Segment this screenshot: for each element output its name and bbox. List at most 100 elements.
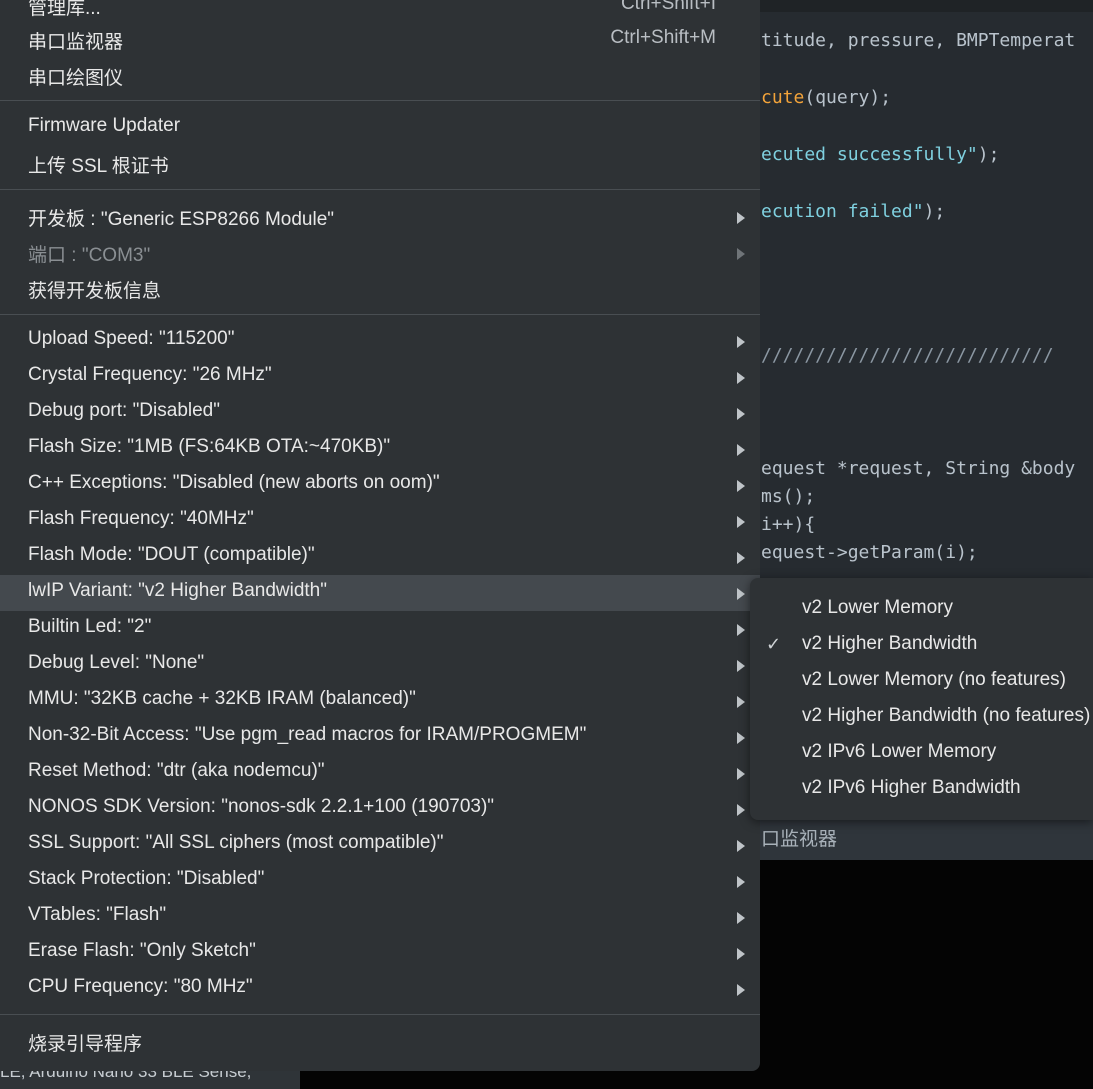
menu-item-stack-protection[interactable]: Stack Protection: "Disabled" bbox=[0, 863, 760, 899]
submenu-item-v2-lower-memory-no-features[interactable]: v2 Lower Memory (no features) bbox=[750, 664, 1093, 700]
submenu-item-v2-ipv6-higher-bandwidth[interactable]: v2 IPv6 Higher Bandwidth bbox=[750, 772, 1093, 808]
menu-item-board[interactable]: 开发板 : "Generic ESP8266 Module" bbox=[0, 199, 760, 235]
code-line: ecution failed"); bbox=[761, 201, 945, 223]
menu-item-lwip-variant[interactable]: lwIP Variant: "v2 Higher Bandwidth" bbox=[0, 575, 760, 611]
menu-item-nonos-sdk-version[interactable]: NONOS SDK Version: "nonos-sdk 2.2.1+100 … bbox=[0, 791, 760, 827]
menu-item-serial-plotter[interactable]: 串口绘图仪 bbox=[0, 58, 760, 94]
code-token: ms(); bbox=[761, 486, 816, 507]
submenu-item-label: v2 Lower Memory bbox=[802, 597, 953, 618]
chevron-right-icon bbox=[737, 984, 745, 996]
menu-item-burn-bootloader[interactable]: 烧录引导程序 bbox=[0, 1024, 760, 1060]
menu-item-label: Flash Size: "1MB (FS:64KB OTA:~470KB)" bbox=[28, 436, 391, 457]
code-line: ecuted successfully"); bbox=[761, 144, 999, 166]
code-line: titude, pressure, BMPTemperat bbox=[761, 30, 1075, 52]
menu-separator bbox=[0, 314, 760, 315]
menu-item-upload-ssl-root-certs[interactable]: 上传 SSL 根证书 bbox=[0, 146, 760, 182]
code-token: ecuted successfully" bbox=[761, 144, 978, 165]
code-line: /////////////////////////// bbox=[761, 345, 1054, 367]
code-token: titude, pressure, BMPTemperat bbox=[761, 30, 1076, 51]
menu-item-cpp-exceptions[interactable]: C++ Exceptions: "Disabled (new aborts on… bbox=[0, 467, 760, 503]
code-token: /////////////////////////// bbox=[761, 345, 1054, 366]
code-line: ms(); bbox=[761, 486, 815, 508]
menu-item-builtin-led[interactable]: Builtin Led: "2" bbox=[0, 611, 760, 647]
code-token: cute bbox=[761, 87, 805, 108]
menu-item-ssl-support[interactable]: SSL Support: "All SSL ciphers (most comp… bbox=[0, 827, 760, 863]
submenu-item-label: v2 Higher Bandwidth bbox=[802, 633, 978, 654]
menu-item-label: 烧录引导程序 bbox=[28, 1034, 143, 1055]
submenu-item-v2-ipv6-lower-memory[interactable]: v2 IPv6 Lower Memory bbox=[750, 736, 1093, 772]
menu-item-label: Stack Protection: "Disabled" bbox=[28, 868, 265, 889]
menu-item-label: Debug Level: "None" bbox=[28, 652, 205, 673]
chevron-right-icon bbox=[737, 624, 745, 636]
chevron-right-icon bbox=[737, 660, 745, 672]
chevron-right-icon bbox=[737, 948, 745, 960]
chevron-right-icon bbox=[737, 804, 745, 816]
menu-item-vtables[interactable]: VTables: "Flash" bbox=[0, 899, 760, 935]
menu-item-label: 串口绘图仪 bbox=[28, 68, 124, 89]
menu-item-label: CPU Frequency: "80 MHz" bbox=[28, 976, 253, 997]
menu-item-debug-level[interactable]: Debug Level: "None" bbox=[0, 647, 760, 683]
menu-item-label: 上传 SSL 根证书 bbox=[28, 156, 169, 177]
chevron-right-icon bbox=[737, 480, 745, 492]
menu-item-label: Reset Method: "dtr (aka nodemcu)" bbox=[28, 760, 325, 781]
menu-item-get-board-info[interactable]: 获得开发板信息 bbox=[0, 271, 760, 307]
menu-separator bbox=[0, 1014, 760, 1015]
menu-item-label: Erase Flash: "Only Sketch" bbox=[28, 940, 256, 961]
menu-item-upload-speed[interactable]: Upload Speed: "115200" bbox=[0, 323, 760, 359]
chevron-right-icon bbox=[737, 552, 745, 564]
menu-item-port[interactable]: 端口 : "COM3" bbox=[0, 235, 760, 271]
chevron-right-icon bbox=[737, 212, 745, 224]
chevron-right-icon bbox=[737, 444, 745, 456]
code-token: equest->getParam(i); bbox=[761, 542, 978, 563]
menu-item-crystal-frequency[interactable]: Crystal Frequency: "26 MHz" bbox=[0, 359, 760, 395]
chevron-right-icon bbox=[737, 516, 745, 528]
submenu-item-v2-higher-bandwidth-no-features[interactable]: v2 Higher Bandwidth (no features) bbox=[750, 700, 1093, 736]
menu-item-label: 端口 : "COM3" bbox=[28, 245, 151, 266]
chevron-right-icon bbox=[737, 768, 745, 780]
chevron-right-icon bbox=[737, 248, 745, 260]
code-token: ecution failed" bbox=[761, 201, 924, 222]
menu-item-flash-size[interactable]: Flash Size: "1MB (FS:64KB OTA:~470KB)" bbox=[0, 431, 760, 467]
menu-item-cpu-frequency[interactable]: CPU Frequency: "80 MHz" bbox=[0, 971, 760, 1007]
menu-item-label: Flash Frequency: "40MHz" bbox=[28, 508, 254, 529]
code-line: equest->getParam(i); bbox=[761, 542, 978, 564]
chevron-right-icon bbox=[737, 876, 745, 888]
menu-separator bbox=[0, 100, 760, 101]
code-token: ); bbox=[923, 201, 946, 222]
menu-item-label: MMU: "32KB cache + 32KB IRAM (balanced)" bbox=[28, 688, 416, 709]
menu-item-manage-libraries[interactable]: 管理库... Ctrl+Shift+I bbox=[0, 0, 760, 24]
menu-item-label: 串口监视器 bbox=[28, 32, 124, 53]
lwip-variant-submenu: v2 Lower Memory ✓ v2 Higher Bandwidth v2 Lo… bbox=[750, 578, 1093, 820]
menu-item-non-32-bit-access[interactable]: Non-32-Bit Access: "Use pgm_read macros … bbox=[0, 719, 760, 755]
menu-item-erase-flash[interactable]: Erase Flash: "Only Sketch" bbox=[0, 935, 760, 971]
menu-item-serial-monitor[interactable]: 串口监视器 Ctrl+Shift+M bbox=[0, 22, 760, 58]
submenu-item-label: v2 Higher Bandwidth (no features) bbox=[802, 705, 1091, 726]
checkmark-icon: ✓ bbox=[766, 634, 782, 654]
menu-item-label: C++ Exceptions: "Disabled (new aborts on… bbox=[28, 472, 440, 493]
code-line: i++){ bbox=[761, 514, 815, 536]
chevron-right-icon bbox=[737, 408, 745, 420]
chevron-right-icon bbox=[737, 912, 745, 924]
code-token: equest *request, String &body bbox=[761, 458, 1076, 479]
menu-item-firmware-updater[interactable]: Firmware Updater bbox=[0, 110, 760, 146]
menu-item-label: 管理库... bbox=[28, 0, 101, 19]
menu-item-label: Upload Speed: "115200" bbox=[28, 328, 235, 349]
output-panel-title: 口监视器 bbox=[761, 829, 838, 850]
chevron-right-icon bbox=[737, 840, 745, 852]
code-line: cute(query); bbox=[761, 87, 891, 109]
menu-item-shortcut: Ctrl+Shift+I bbox=[620, 0, 716, 14]
chevron-right-icon bbox=[737, 732, 745, 744]
menu-separator bbox=[0, 189, 760, 190]
menu-item-label: Flash Mode: "DOUT (compatible)" bbox=[28, 544, 315, 565]
menu-item-flash-frequency[interactable]: Flash Frequency: "40MHz" bbox=[0, 503, 760, 539]
chevron-right-icon bbox=[737, 372, 745, 384]
submenu-item-label: v2 Lower Memory (no features) bbox=[802, 669, 1066, 690]
menu-item-mmu[interactable]: MMU: "32KB cache + 32KB IRAM (balanced)" bbox=[0, 683, 760, 719]
submenu-item-v2-lower-memory[interactable]: v2 Lower Memory bbox=[750, 592, 1093, 628]
submenu-item-v2-higher-bandwidth[interactable]: ✓ v2 Higher Bandwidth bbox=[750, 628, 1093, 664]
menu-item-label: SSL Support: "All SSL ciphers (most comp… bbox=[28, 832, 444, 853]
menu-item-debug-port[interactable]: Debug port: "Disabled" bbox=[0, 395, 760, 431]
menu-item-label: Crystal Frequency: "26 MHz" bbox=[28, 364, 272, 385]
menu-item-flash-mode[interactable]: Flash Mode: "DOUT (compatible)" bbox=[0, 539, 760, 575]
menu-item-reset-method[interactable]: Reset Method: "dtr (aka nodemcu)" bbox=[0, 755, 760, 791]
